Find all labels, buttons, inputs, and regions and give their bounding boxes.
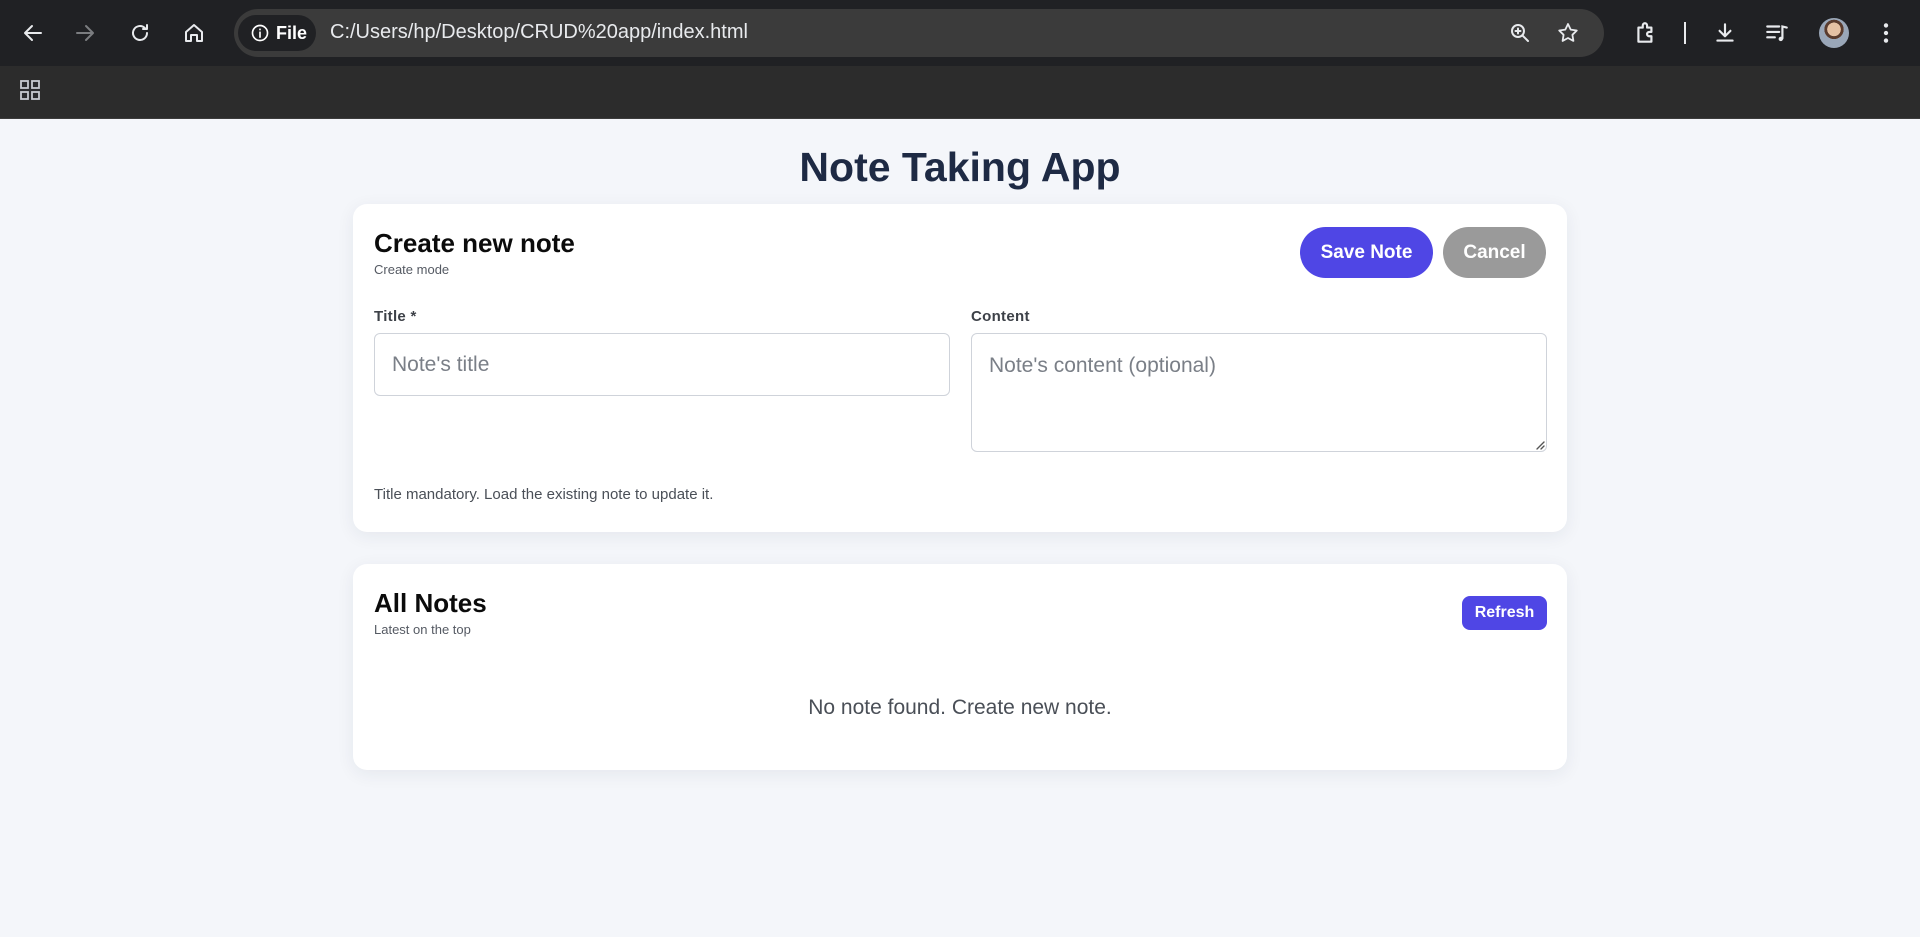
site-info-label: File — [276, 22, 308, 43]
bookmarks-bar — [0, 66, 1920, 119]
forward-icon — [76, 25, 94, 41]
download-icon — [1716, 23, 1734, 42]
reload-icon — [132, 24, 148, 41]
zoom-icon — [1511, 24, 1529, 42]
zoom-button[interactable] — [1506, 19, 1534, 47]
reload-button[interactable] — [122, 15, 158, 51]
apps-icon — [20, 80, 40, 100]
resize-grip-icon[interactable] — [1533, 438, 1545, 450]
site-info-chip[interactable]: File — [238, 15, 316, 51]
forward-button[interactable] — [67, 15, 103, 51]
bookmark-button[interactable] — [1554, 19, 1582, 47]
avatar[interactable] — [1819, 18, 1849, 48]
address-bar[interactable]: File C:/Users/hp/Desktop/CRUD%20app/inde… — [234, 9, 1604, 57]
media-button[interactable] — [1759, 15, 1795, 51]
form-hint: Title mandatory. Load the existing note … — [374, 486, 714, 503]
create-card-title: Create new note — [374, 228, 575, 258]
browser-toolbar: File C:/Users/hp/Desktop/CRUD%20app/inde… — [0, 0, 1920, 66]
title-field-label: Title * — [374, 308, 417, 325]
more-menu-button[interactable] — [1868, 15, 1904, 51]
toolbar-divider — [1684, 22, 1686, 44]
empty-state-message: No note found. Create new note. — [808, 696, 1112, 719]
page-title: Note Taking App — [799, 144, 1121, 190]
back-icon — [24, 25, 42, 41]
content-textarea[interactable] — [971, 333, 1547, 452]
extensions-icon — [1637, 22, 1653, 43]
more-icon — [1883, 23, 1889, 43]
apps-button[interactable] — [16, 76, 44, 104]
refresh-button[interactable]: Refresh — [1462, 596, 1547, 630]
all-notes-card: All Notes Latest on the top Refresh No n… — [353, 564, 1567, 770]
extensions-button[interactable] — [1628, 15, 1664, 51]
create-note-card: Create new note Create mode Save Note Ca… — [353, 204, 1567, 532]
notes-card-title: All Notes — [374, 588, 487, 618]
mode-label: Create mode — [374, 262, 450, 277]
home-icon — [185, 24, 203, 42]
notes-sort-label: Latest on the top — [374, 622, 471, 637]
content-field-label: Content — [971, 308, 1030, 325]
home-button[interactable] — [176, 15, 212, 51]
cancel-button[interactable]: Cancel — [1443, 227, 1546, 278]
star-icon — [1558, 23, 1578, 42]
title-input[interactable] — [374, 333, 950, 396]
url-text[interactable]: C:/Users/hp/Desktop/CRUD%20app/index.htm… — [330, 21, 748, 44]
info-icon — [251, 24, 269, 42]
save-note-button[interactable]: Save Note — [1300, 227, 1433, 278]
back-button[interactable] — [15, 15, 51, 51]
media-icon — [1766, 25, 1788, 42]
downloads-button[interactable] — [1707, 15, 1743, 51]
